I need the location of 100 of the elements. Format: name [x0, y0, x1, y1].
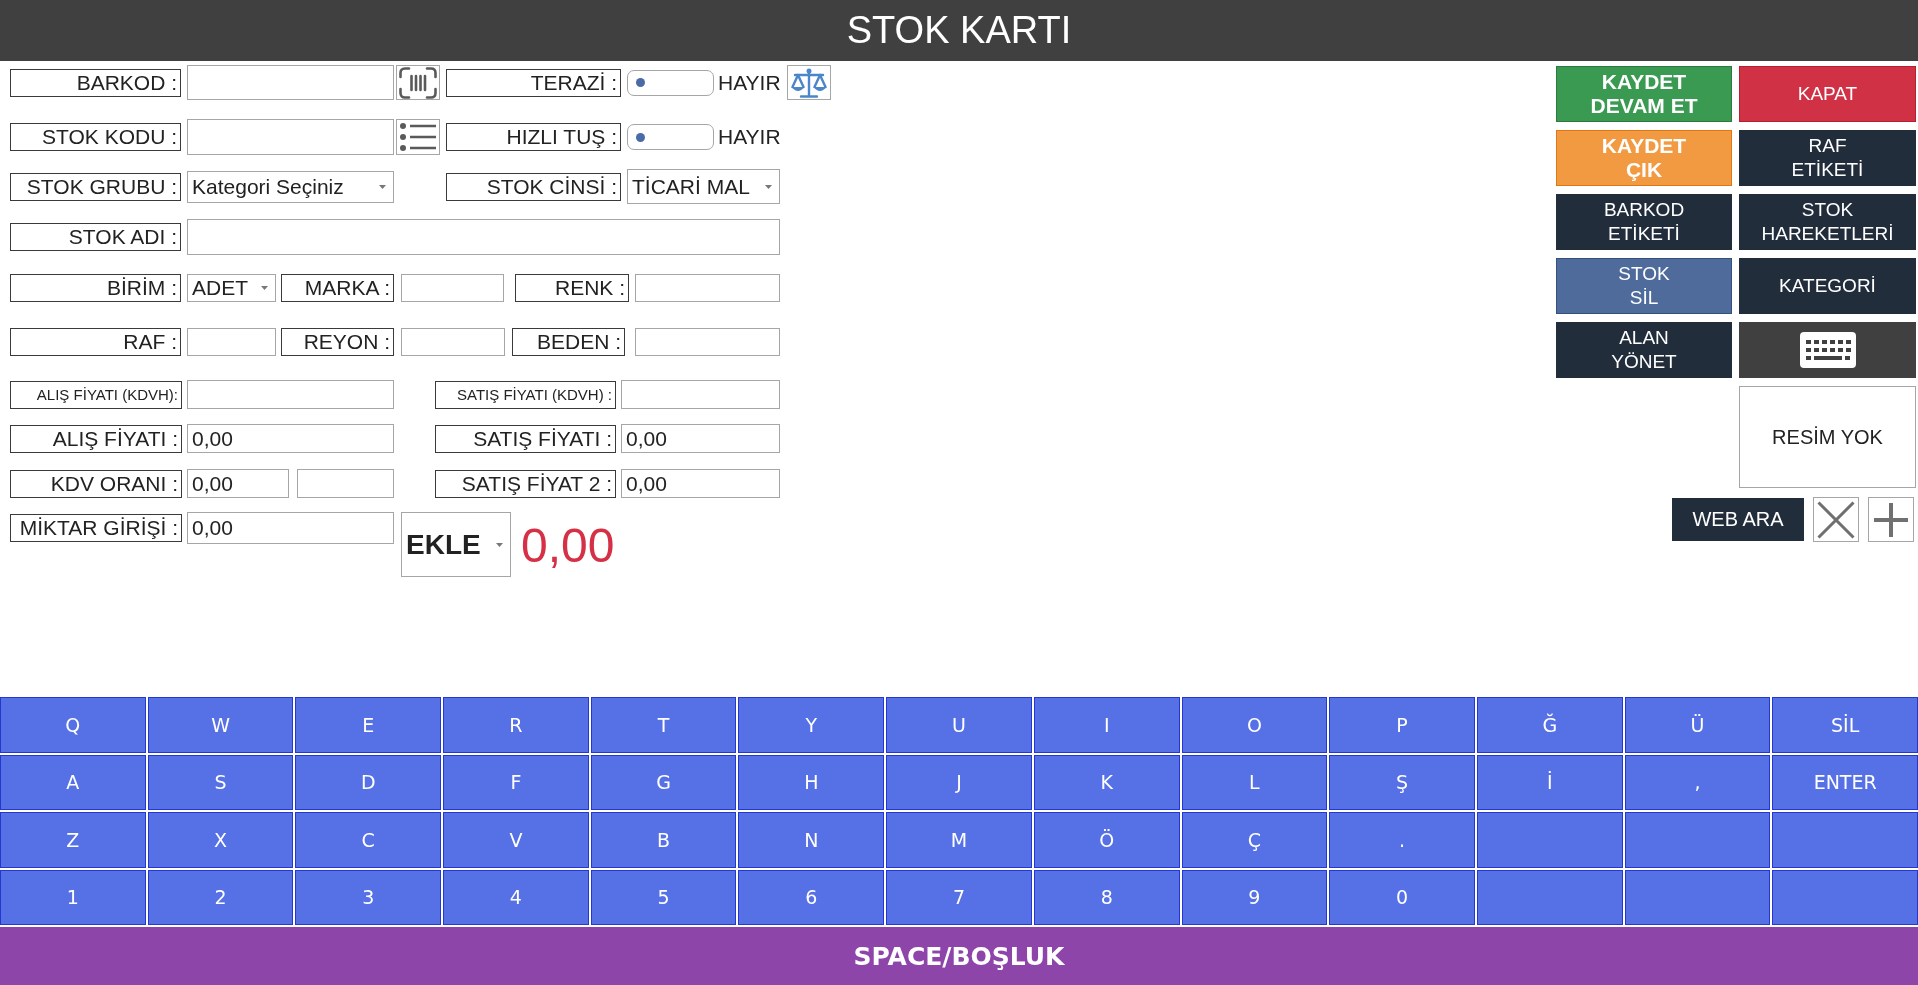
keyboard-key[interactable]: T: [590, 697, 737, 753]
keyboard-key[interactable]: O: [1181, 697, 1328, 753]
text-field[interactable]: [621, 380, 780, 409]
keyboard-key[interactable]: 6: [738, 869, 885, 925]
text-field[interactable]: [401, 273, 504, 302]
field-label: TERAZİ :: [446, 68, 621, 97]
keyboard-key[interactable]: Ü: [1624, 697, 1771, 753]
keyboard-key[interactable]: 3: [295, 869, 442, 925]
keyboard-key[interactable]: [1624, 869, 1771, 925]
action-button[interactable]: STOK HAREKETLERİ: [1739, 194, 1916, 250]
scale-button[interactable]: [786, 65, 831, 100]
keyboard-key[interactable]: J: [886, 754, 1032, 810]
keyboard-key[interactable]: ,: [1624, 754, 1771, 810]
text-field[interactable]: [187, 65, 394, 100]
keyboard-key[interactable]: D: [295, 754, 442, 810]
keyboard-key[interactable]: M: [886, 812, 1032, 868]
keyboard-key[interactable]: SİL: [1772, 697, 1918, 753]
image-field[interactable]: RESİM YOK: [1739, 386, 1916, 488]
text-field[interactable]: 0,00: [621, 424, 780, 453]
keyboard-key[interactable]: F: [443, 754, 589, 810]
text-field[interactable]: 0,00: [187, 424, 394, 453]
keyboard-key[interactable]: 2: [147, 869, 294, 925]
text-field[interactable]: [635, 273, 780, 302]
keyboard-key[interactable]: 0: [1329, 869, 1475, 925]
keyboard-key[interactable]: ENTER: [1772, 754, 1918, 810]
barcode-scan-button[interactable]: [396, 65, 440, 100]
text-field[interactable]: [187, 380, 394, 409]
caret-icon: [379, 184, 386, 189]
keyboard-key[interactable]: Z: [0, 812, 146, 868]
keyboard-key[interactable]: H: [738, 754, 885, 810]
keyboard-key[interactable]: Q: [0, 697, 146, 753]
keyboard-key[interactable]: L: [1181, 754, 1328, 810]
keyboard-key[interactable]: K: [1033, 754, 1180, 810]
keyboard-key[interactable]: İ: [1476, 754, 1623, 810]
keyboard-key[interactable]: 5: [590, 869, 737, 925]
text-field[interactable]: 0,00: [187, 469, 289, 498]
field-label: BİRİM :: [10, 273, 181, 302]
add-button[interactable]: [1868, 497, 1914, 542]
web-search-button[interactable]: WEB ARA: [1672, 498, 1804, 541]
text-field[interactable]: [401, 327, 505, 356]
keyboard-key[interactable]: Ö: [1033, 812, 1180, 868]
keyboard-key[interactable]: 9: [1181, 869, 1328, 925]
keyboard-key[interactable]: R: [443, 697, 589, 753]
toggle-switch[interactable]: [627, 124, 714, 150]
keyboard-key[interactable]: E: [295, 697, 442, 753]
text-field[interactable]: 0,00: [621, 469, 780, 498]
keyboard-key[interactable]: U: [886, 697, 1032, 753]
action-button[interactable]: KAYDET DEVAM ET: [1556, 66, 1732, 122]
keyboard-key[interactable]: P: [1329, 697, 1475, 753]
keyboard-key[interactable]: G: [590, 754, 737, 810]
keyboard-key[interactable]: N: [738, 812, 885, 868]
toggle-state-text: HAYIR: [718, 70, 781, 95]
keyboard-key[interactable]: Y: [738, 697, 885, 753]
keyboard-key[interactable]: X: [147, 812, 294, 868]
text-field[interactable]: [187, 219, 780, 255]
dropdown[interactable]: TİCARİ MAL: [627, 169, 780, 204]
window-title: STOK KARTI: [846, 9, 1072, 52]
caret-icon: [261, 285, 268, 290]
action-button[interactable]: BARKOD ETİKETİ: [1556, 194, 1732, 250]
text-field[interactable]: [187, 327, 276, 356]
keyboard-key[interactable]: C: [295, 812, 442, 868]
action-button[interactable]: KATEGORİ: [1739, 258, 1916, 314]
dropdown[interactable]: ADET: [187, 273, 276, 302]
dropdown[interactable]: EKLE: [401, 512, 511, 577]
toggle-switch[interactable]: [627, 69, 714, 96]
toggle-knob: [636, 78, 645, 87]
caret-icon: [765, 184, 772, 189]
field-label: SATIŞ FİYATI (KDVH) :: [435, 380, 616, 409]
keyboard-button[interactable]: [1739, 322, 1916, 378]
dropdown[interactable]: Kategori Seçiniz: [187, 170, 394, 203]
keyboard-key[interactable]: A: [0, 754, 146, 810]
close-button[interactable]: [1813, 497, 1859, 542]
keyboard-key[interactable]: 8: [1033, 869, 1180, 925]
keyboard-key[interactable]: S: [147, 754, 294, 810]
keyboard-key[interactable]: B: [590, 812, 737, 868]
keyboard-key[interactable]: Ş: [1329, 754, 1475, 810]
keyboard-icon: [1799, 332, 1856, 368]
field-label: MARKA :: [281, 273, 394, 302]
action-button[interactable]: ALAN YÖNET: [1556, 322, 1732, 378]
keyboard-key[interactable]: 7: [886, 869, 1032, 925]
keyboard-key[interactable]: 1: [0, 869, 146, 925]
keyboard-key[interactable]: I: [1033, 697, 1180, 753]
keyboard-key[interactable]: W: [147, 697, 294, 753]
action-button[interactable]: RAF ETİKETİ: [1739, 130, 1916, 186]
action-button[interactable]: STOK SİL: [1556, 258, 1732, 314]
space-key[interactable]: SPACE/BOŞLUK: [0, 927, 1918, 985]
keyboard-key[interactable]: Ğ: [1476, 697, 1623, 753]
action-button[interactable]: KAYDET ÇIK: [1556, 130, 1732, 186]
text-field[interactable]: 0,00: [187, 512, 394, 544]
text-field[interactable]: [635, 327, 780, 356]
field-label: SATIŞ FİYATI :: [435, 424, 616, 453]
keyboard-key[interactable]: V: [443, 812, 589, 868]
list-button[interactable]: [396, 119, 440, 155]
keyboard-key[interactable]: [1476, 869, 1623, 925]
keyboard-key[interactable]: 4: [443, 869, 589, 925]
keyboard-key[interactable]: .: [1329, 812, 1475, 868]
text-field[interactable]: [297, 469, 394, 498]
action-button[interactable]: KAPAT: [1739, 66, 1916, 122]
keyboard-key[interactable]: Ç: [1181, 812, 1328, 868]
text-field[interactable]: [187, 119, 394, 155]
